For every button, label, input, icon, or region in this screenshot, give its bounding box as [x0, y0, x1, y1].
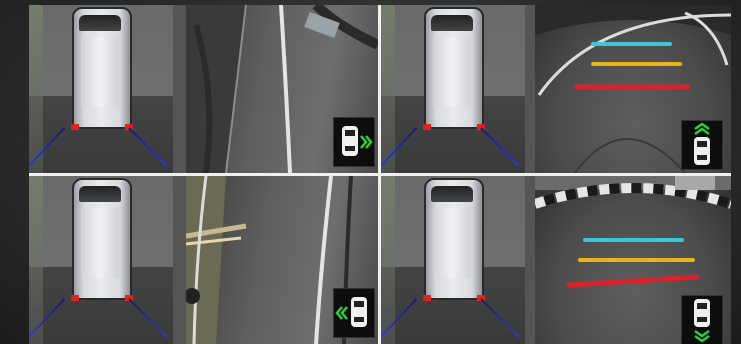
- rear-camera-feed: [535, 176, 731, 344]
- divider-vertical: [378, 5, 381, 344]
- car-arrow-down-icon: [681, 295, 723, 344]
- car-top-icon: [71, 178, 133, 301]
- birdseye-view: [29, 176, 183, 344]
- car-arrow-up-icon: [681, 120, 723, 170]
- birdseye-view: [381, 176, 535, 344]
- view-right[interactable]: [29, 5, 378, 173]
- car-top-icon: [423, 178, 485, 301]
- view-rear[interactable]: [381, 176, 731, 344]
- view-front[interactable]: [381, 5, 731, 173]
- birdseye-view: [29, 5, 183, 173]
- car-top-icon: [423, 7, 485, 130]
- view-left[interactable]: [29, 176, 378, 344]
- car-arrow-left-icon: [333, 288, 375, 338]
- front-camera-feed: [535, 5, 731, 173]
- near-guide-line: [566, 274, 700, 288]
- birdseye-view: [381, 5, 535, 173]
- left-camera-feed: [186, 176, 378, 344]
- right-camera-feed: [186, 5, 378, 173]
- car-arrow-right-icon: [333, 117, 375, 167]
- surround-view-grid: [29, 5, 731, 344]
- car-top-icon: [71, 7, 133, 130]
